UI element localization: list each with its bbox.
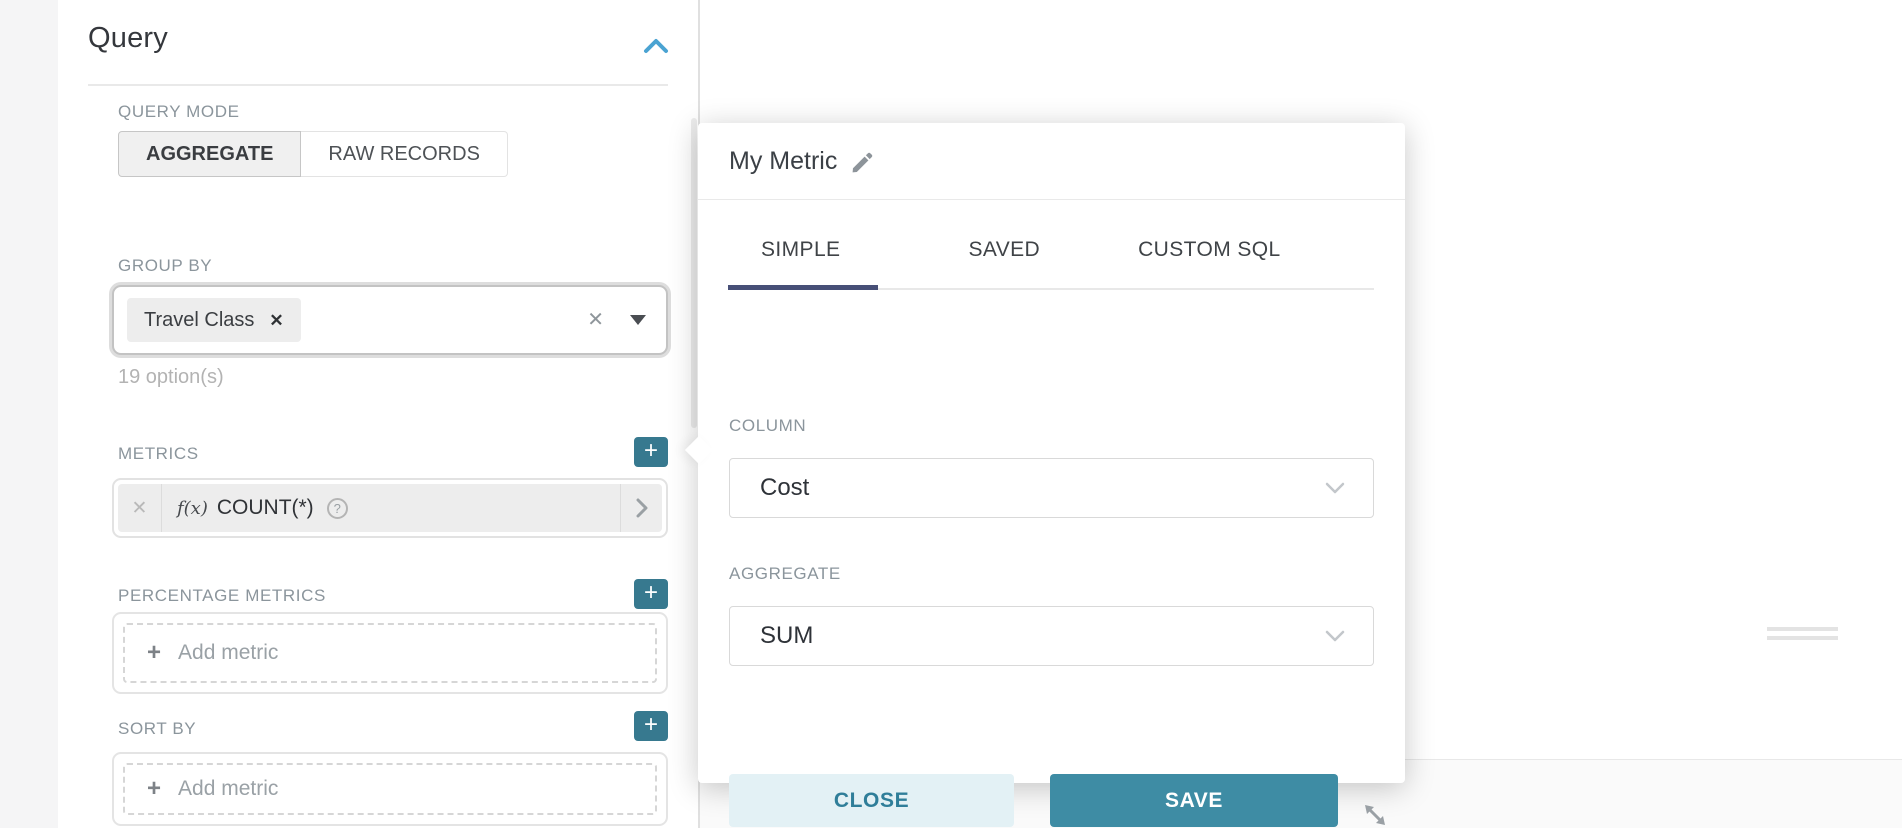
close-button[interactable]: CLOSE xyxy=(729,774,1014,827)
raw-records-toggle-button[interactable]: RAW RECORDS xyxy=(301,131,507,177)
metric-name: COUNT(*) xyxy=(217,496,314,520)
chevron-up-icon[interactable] xyxy=(643,36,669,56)
column-select[interactable]: Cost xyxy=(729,458,1374,518)
group-by-tag-label: Travel Class xyxy=(144,309,254,332)
query-control-panel: Query QUERY MODE AGGREGATE RAW RECORDS G… xyxy=(58,0,698,828)
active-tab-underline xyxy=(728,285,878,290)
plus-icon: + xyxy=(147,641,161,665)
column-label: COLUMN xyxy=(729,416,806,436)
group-by-tag[interactable]: Travel Class ✕ xyxy=(127,298,301,342)
column-select-value: Cost xyxy=(760,474,1325,502)
sort-by-container: + Add metric xyxy=(112,752,668,826)
group-by-select[interactable]: Travel Class ✕ ✕ xyxy=(112,285,668,355)
metric-tabs: SIMPLE SAVED CUSTOM SQL xyxy=(728,210,1314,290)
edit-pencil-icon[interactable] xyxy=(850,151,874,175)
metrics-label: METRICS xyxy=(118,444,199,464)
add-metric-placeholder: Add metric xyxy=(178,777,278,801)
clear-select-icon[interactable]: ✕ xyxy=(587,310,604,330)
group-by-options-count: 19 option(s) xyxy=(118,366,224,389)
tab-saved[interactable]: SAVED xyxy=(935,238,1073,262)
skeleton-line xyxy=(1767,636,1838,640)
metric-title: My Metric xyxy=(729,147,837,176)
caret-down-icon[interactable] xyxy=(630,315,646,325)
percentage-metrics-container: + Add metric xyxy=(112,612,668,694)
metric-pill[interactable]: ✕ f(x) COUNT(*) ? xyxy=(118,484,662,532)
sort-by-label: SORT BY xyxy=(118,719,196,739)
add-percentage-metric-button[interactable]: + xyxy=(634,579,668,609)
query-mode-label: QUERY MODE xyxy=(118,102,240,122)
section-divider xyxy=(88,84,668,86)
panel-scrollbar-thumb[interactable] xyxy=(691,118,697,428)
add-percentage-metric-dropzone[interactable]: + Add metric xyxy=(123,623,657,683)
remove-metric-icon[interactable]: ✕ xyxy=(118,484,162,532)
aggregate-toggle-button[interactable]: AGGREGATE xyxy=(118,131,301,177)
metric-editor-popover: My Metric SIMPLE SAVED CUSTOM SQL COLUMN… xyxy=(698,123,1405,783)
add-metric-placeholder: Add metric xyxy=(178,641,278,665)
plus-icon: + xyxy=(147,777,161,801)
chart-builder-screen: Query QUERY MODE AGGREGATE RAW RECORDS G… xyxy=(0,0,1902,828)
tab-custom-sql[interactable]: CUSTOM SQL xyxy=(1105,238,1313,262)
group-by-label: GROUP BY xyxy=(118,256,212,276)
expand-metric-icon[interactable] xyxy=(620,484,662,532)
save-button[interactable]: SAVE xyxy=(1050,774,1338,827)
chevron-down-icon xyxy=(1325,482,1345,494)
chevron-down-icon xyxy=(1325,630,1345,642)
add-sort-by-button[interactable]: + xyxy=(634,711,668,741)
aggregate-select[interactable]: SUM xyxy=(729,606,1374,666)
skeleton-line xyxy=(1767,627,1838,631)
add-sort-by-dropzone[interactable]: + Add metric xyxy=(123,763,657,815)
left-gutter xyxy=(0,0,58,828)
aggregate-select-value: SUM xyxy=(760,622,1325,650)
remove-tag-icon[interactable]: ✕ xyxy=(269,312,283,329)
popover-header: My Metric xyxy=(698,123,1405,200)
add-metric-button[interactable]: + xyxy=(634,437,668,467)
resize-handle-icon[interactable] xyxy=(1361,801,1389,828)
metrics-container: ✕ f(x) COUNT(*) ? xyxy=(112,478,668,538)
aggregate-label: AGGREGATE xyxy=(729,564,841,584)
query-mode-toggle: AGGREGATE RAW RECORDS xyxy=(118,131,508,177)
query-section-title: Query xyxy=(88,22,168,55)
percentage-metrics-label: PERCENTAGE METRICS xyxy=(118,586,326,606)
function-icon: f(x) xyxy=(177,498,208,519)
help-icon[interactable]: ? xyxy=(327,498,348,519)
tab-simple[interactable]: SIMPLE xyxy=(728,238,873,262)
popover-body: SIMPLE SAVED CUSTOM SQL COLUMN Cost AGGR… xyxy=(698,200,1405,783)
